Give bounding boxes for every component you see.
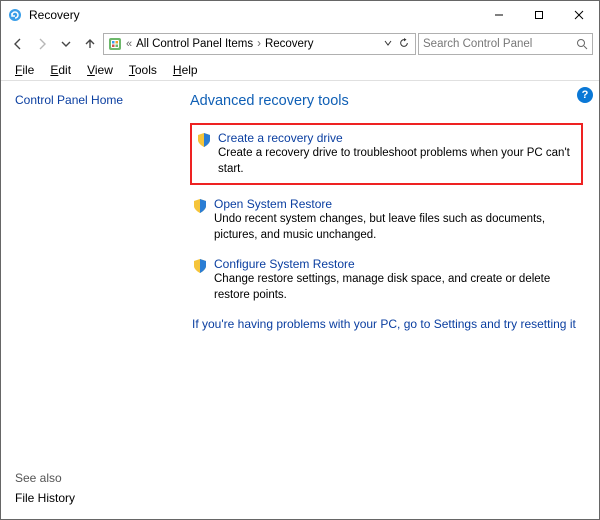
- window-title: Recovery: [29, 8, 80, 22]
- tool-open-system-restore: Open System Restore Undo recent system c…: [190, 193, 583, 253]
- menu-bar: File Edit View Tools Help ?: [1, 59, 599, 81]
- control-panel-icon: [108, 37, 122, 51]
- search-input[interactable]: Search Control Panel: [418, 33, 593, 55]
- create-recovery-drive-desc: Create a recovery drive to troubleshoot …: [218, 146, 577, 177]
- recovery-icon: [7, 7, 23, 23]
- shield-icon: [196, 132, 212, 148]
- forward-button[interactable]: [31, 33, 53, 55]
- body: Control Panel Home See also File History…: [1, 81, 599, 519]
- menu-tools[interactable]: Tools: [125, 61, 161, 79]
- file-history-link[interactable]: File History: [15, 491, 75, 505]
- shield-icon: [192, 198, 208, 214]
- breadcrumb-item[interactable]: All Control Panel Items: [136, 38, 253, 50]
- close-button[interactable]: [559, 1, 599, 29]
- address-bar[interactable]: « All Control Panel Items › Recovery: [103, 33, 416, 55]
- tool-create-recovery-drive: Create a recovery drive Create a recover…: [190, 123, 583, 185]
- shield-icon: [192, 258, 208, 274]
- main-content: Advanced recovery tools Create a recover…: [186, 81, 599, 519]
- page-heading: Advanced recovery tools: [190, 93, 583, 109]
- breadcrumb-separator-icon: ›: [257, 38, 261, 50]
- search-icon: [576, 38, 588, 50]
- tool-configure-system-restore: Configure System Restore Change restore …: [190, 253, 583, 313]
- menu-file[interactable]: File: [11, 61, 38, 79]
- menu-help[interactable]: Help: [169, 61, 202, 79]
- create-recovery-drive-link[interactable]: Create a recovery drive: [218, 131, 577, 145]
- titlebar: Recovery: [1, 1, 599, 29]
- open-system-restore-link[interactable]: Open System Restore: [214, 197, 581, 211]
- configure-system-restore-link[interactable]: Configure System Restore: [214, 257, 581, 271]
- up-button[interactable]: [79, 33, 101, 55]
- back-button[interactable]: [7, 33, 29, 55]
- open-system-restore-desc: Undo recent system changes, but leave fi…: [214, 212, 581, 243]
- search-placeholder: Search Control Panel: [423, 38, 572, 50]
- menu-view[interactable]: View: [83, 61, 117, 79]
- sidebar: Control Panel Home: [1, 81, 186, 519]
- recent-locations-dropdown[interactable]: [55, 33, 77, 55]
- see-also: See also File History: [15, 471, 75, 505]
- breadcrumb-item[interactable]: Recovery: [265, 38, 314, 50]
- minimize-button[interactable]: [479, 1, 519, 29]
- address-dropdown-icon[interactable]: [383, 38, 393, 51]
- see-also-heading: See also: [15, 471, 75, 485]
- control-panel-home-link[interactable]: Control Panel Home: [15, 93, 123, 107]
- window: Recovery « All Control Panel Items › Rec…: [0, 0, 600, 520]
- reset-pc-link[interactable]: If you're having problems with your PC, …: [192, 317, 583, 331]
- menu-edit[interactable]: Edit: [46, 61, 75, 79]
- nav-row: « All Control Panel Items › Recovery Sea…: [1, 29, 599, 59]
- breadcrumb-chevron-icon: «: [126, 38, 132, 50]
- configure-system-restore-desc: Change restore settings, manage disk spa…: [214, 272, 581, 303]
- refresh-button[interactable]: [399, 38, 409, 51]
- maximize-button[interactable]: [519, 1, 559, 29]
